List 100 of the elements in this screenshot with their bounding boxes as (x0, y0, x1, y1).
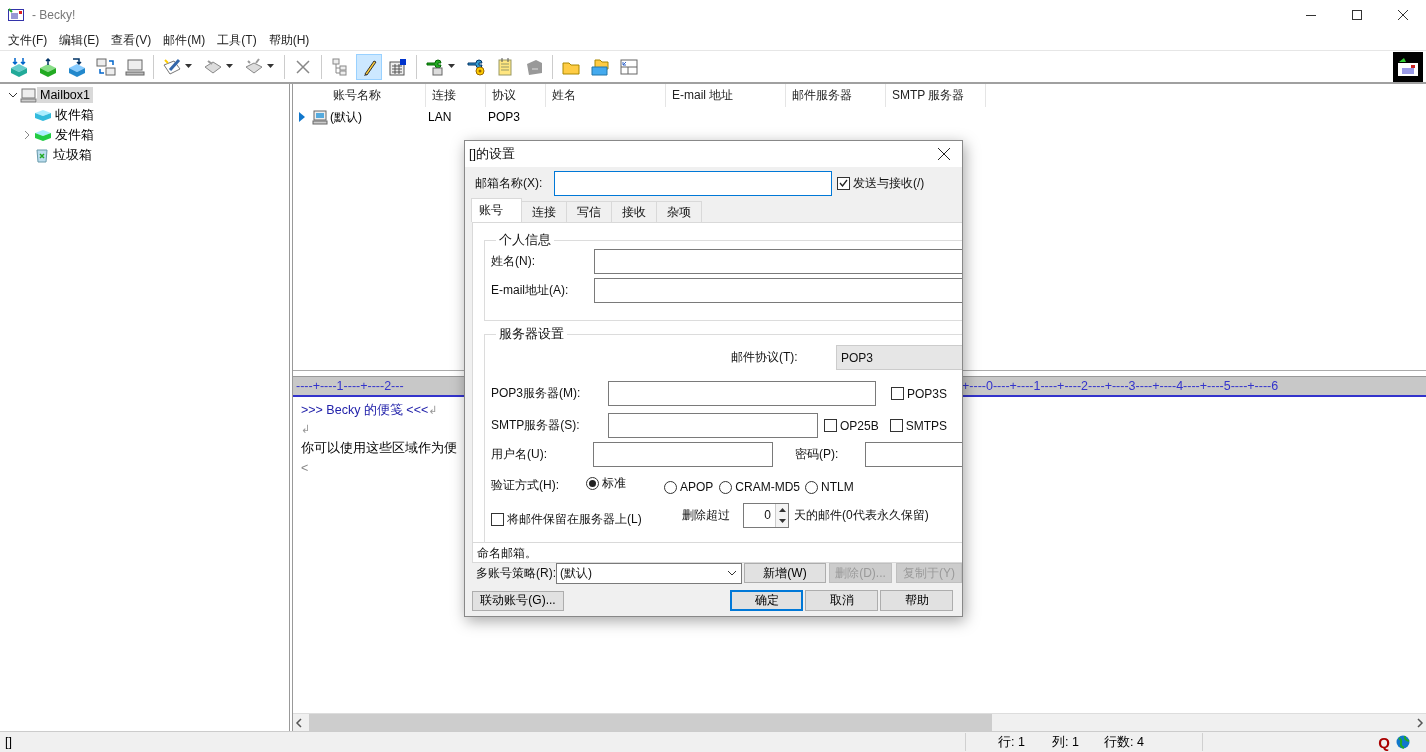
folder-item[interactable]: 垃圾箱 (50, 145, 95, 165)
column-header[interactable]: 姓名 (546, 84, 666, 107)
hint-text: 命名邮箱。 (472, 543, 962, 563)
radio-label: APOP (680, 480, 714, 494)
menu-item[interactable]: 邮件(M) (157, 31, 212, 49)
field-label: 用户名(U): (491, 446, 548, 463)
input-field[interactable] (554, 170, 832, 196)
status-icon[interactable]: Q (1378, 733, 1390, 751)
menu-item[interactable]: 编辑(E) (53, 31, 106, 49)
radio-label: 标准 (602, 475, 626, 492)
toolbar-button[interactable] (356, 53, 382, 80)
status-text: 行数: 4 (1104, 733, 1145, 751)
trash-icon (34, 147, 50, 163)
field-label: E-mail地址(A): (491, 282, 570, 299)
radio-button[interactable] (805, 480, 819, 494)
radio-label: NTLM (821, 480, 854, 494)
dialog-title: []的设置 (469, 145, 515, 163)
tray-icon (34, 108, 52, 122)
checkbox[interactable] (889, 419, 903, 432)
checkbox-label: SMTPS (905, 418, 948, 433)
menu-item[interactable]: 帮助(H) (262, 31, 316, 49)
expanded-chevron-icon[interactable] (8, 91, 18, 99)
tab[interactable]: 账号 (471, 198, 522, 222)
group-title: 个人信息 (498, 232, 552, 249)
dialog-button[interactable]: 帮助 (880, 590, 953, 611)
linked-accounts-button[interactable]: 联动账号(G)... (472, 590, 564, 611)
scroll-left-icon[interactable] (293, 717, 305, 728)
spin-up-icon[interactable] (778, 507, 786, 512)
scroll-right-icon[interactable] (1414, 717, 1426, 728)
dialog-button[interactable]: 新增(W) (744, 563, 826, 583)
folder-item[interactable]: Mailbox1 (37, 87, 94, 103)
notepad-icon (495, 56, 515, 77)
globe-icon[interactable] (1396, 735, 1410, 749)
wrench-icon (425, 56, 445, 77)
app-envelope-icon (8, 8, 24, 22)
radio-label: CRAM-MD5 (735, 480, 801, 494)
calendar-icon (388, 56, 408, 77)
column-header[interactable]: 协议 (486, 84, 546, 107)
checkbox-label: OP25B (840, 418, 879, 433)
menu-item[interactable]: 工具(T) (211, 31, 263, 49)
tray-icon (34, 128, 52, 142)
scrollbar-thumb[interactable] (309, 714, 992, 731)
column-header[interactable]: 连接 (426, 84, 486, 107)
checkbox[interactable] (891, 387, 904, 400)
dialog-button[interactable]: 确定 (730, 590, 803, 611)
ruler-scale: ----+----1----+----2--- (296, 379, 405, 393)
checkbox[interactable] (824, 419, 837, 432)
radio-button[interactable] (664, 480, 677, 494)
return-mark: ↲ (428, 404, 438, 417)
field-label: 验证方式(H): (491, 476, 560, 494)
group-title: 服务器设置 (498, 326, 565, 343)
return-mark: ↲ (301, 423, 311, 436)
layout-icon (619, 56, 639, 77)
column-header[interactable]: E-mail 地址 (666, 84, 786, 107)
checkbox[interactable] (837, 176, 850, 190)
collapsed-chevron-icon[interactable] (23, 130, 31, 140)
memo-line: >>> Becky 的便笺 <<< (301, 402, 429, 419)
table-cell-text: POP3 (487, 110, 521, 124)
table-cell-text: LAN (427, 110, 453, 124)
input-field[interactable] (594, 278, 962, 303)
protocol-dropdown[interactable]: POP3 (836, 345, 962, 370)
number-spinner[interactable]: 0 (743, 503, 789, 528)
policy-dropdown[interactable]: (默认) (556, 562, 742, 584)
computer-icon (312, 109, 328, 125)
input-field[interactable] (594, 249, 962, 274)
tray-up-icon (38, 56, 58, 77)
column-header[interactable]: 邮件服务器 (786, 84, 886, 107)
field-label: SMTP服务器(S): (491, 417, 581, 434)
memo-line: 你可以使用这些区域作为便 (301, 440, 457, 457)
radio-button[interactable] (719, 480, 733, 494)
column-header[interactable]: 账号名称 (327, 84, 426, 107)
computer-icon (20, 87, 37, 103)
menu-item[interactable]: 文件(F) (2, 31, 54, 49)
field-label: 邮件协议(T): (731, 349, 799, 366)
tray-arrows-icon (9, 56, 29, 77)
input-field[interactable] (608, 381, 876, 406)
menu-item[interactable]: 查看(V) (105, 31, 158, 49)
computer-icon (125, 56, 145, 77)
close-icon[interactable] (938, 148, 950, 160)
radio-button[interactable] (586, 477, 599, 490)
ruler-scale: +----0----+----1----+----2----+----3----+----4----+----5----+----6 (962, 379, 1279, 393)
input-field[interactable] (593, 442, 773, 467)
status-text: 列: 1 (1052, 733, 1080, 751)
field-label: 姓名(N): (491, 253, 536, 270)
close-icon[interactable] (1398, 10, 1408, 20)
field-label: POP3服务器(M): (491, 385, 582, 402)
tree-icon (330, 56, 350, 77)
dialog-button[interactable]: 取消 (805, 590, 878, 611)
input-field[interactable] (608, 413, 818, 438)
field-label: 多账号策略(R): (476, 564, 556, 582)
tab[interactable]: 杂项 (656, 201, 702, 222)
field-label: 密码(P): (795, 446, 840, 463)
window-title: - Becky! (32, 8, 76, 22)
checkbox-label: POP3S (907, 386, 948, 401)
spin-down-icon[interactable] (778, 519, 786, 524)
maximize-icon[interactable] (1352, 10, 1362, 20)
column-header[interactable]: SMTP 服务器 (886, 84, 986, 107)
folder-item[interactable]: 收件箱 (52, 105, 97, 125)
folder-item[interactable]: 发件箱 (52, 125, 97, 145)
checkbox[interactable] (491, 513, 504, 526)
